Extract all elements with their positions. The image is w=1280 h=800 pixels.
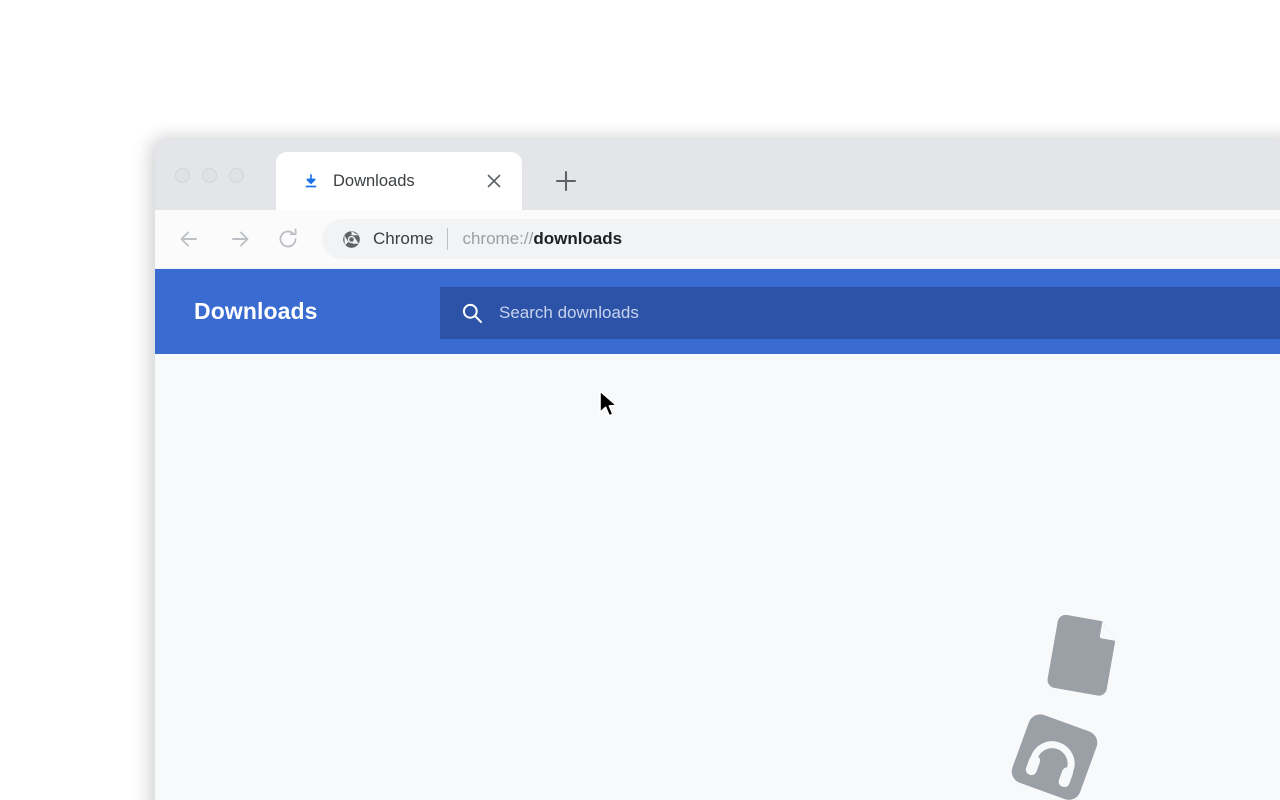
movie-clapper-icon <box>1111 764 1115 800</box>
search-input-placeholder[interactable]: Search downloads <box>499 303 639 323</box>
address-bar[interactable]: Chrome chrome://downloads <box>322 219 1280 259</box>
new-tab-button[interactable] <box>550 165 582 197</box>
browser-window: Downloads Chrome chrome://downloads Down… <box>155 140 1280 800</box>
document-icon <box>1047 614 1115 696</box>
close-icon[interactable] <box>484 171 504 191</box>
minimize-window-button[interactable] <box>202 168 217 183</box>
arrow-right-icon[interactable] <box>224 224 254 254</box>
page-title: Downloads <box>194 298 318 324</box>
downloads-empty-body <box>155 354 1280 800</box>
headphones-icon <box>1011 714 1098 800</box>
search-downloads-box[interactable]: Search downloads <box>440 287 1280 339</box>
omnibox-url-host: downloads <box>533 229 623 248</box>
screenshot-root: Downloads Chrome chrome://downloads Down… <box>0 0 1280 800</box>
omnibox-url-scheme: chrome:// <box>462 229 534 248</box>
empty-state-illustration <box>1011 614 1115 800</box>
arrow-left-icon[interactable] <box>175 224 205 254</box>
download-icon <box>305 174 317 188</box>
reload-icon[interactable] <box>273 224 303 254</box>
search-icon <box>462 303 482 323</box>
tab-downloads[interactable]: Downloads <box>276 152 522 210</box>
tab-strip: Downloads <box>155 140 1280 210</box>
downloads-page: Downloads Search downloads <box>155 269 1280 800</box>
omnibox-divider <box>447 228 449 250</box>
chrome-logo-icon <box>343 230 360 248</box>
maximize-window-button[interactable] <box>229 168 244 183</box>
omnibox-site-label: Chrome <box>373 229 434 248</box>
browser-toolbar: Chrome chrome://downloads <box>155 210 1280 269</box>
downloads-header-bar: Downloads Search downloads <box>155 269 1280 354</box>
tab-title: Downloads <box>333 172 415 190</box>
close-window-button[interactable] <box>175 168 190 183</box>
window-traffic-lights <box>175 168 244 183</box>
omnibox-url: chrome://downloads <box>462 229 622 249</box>
